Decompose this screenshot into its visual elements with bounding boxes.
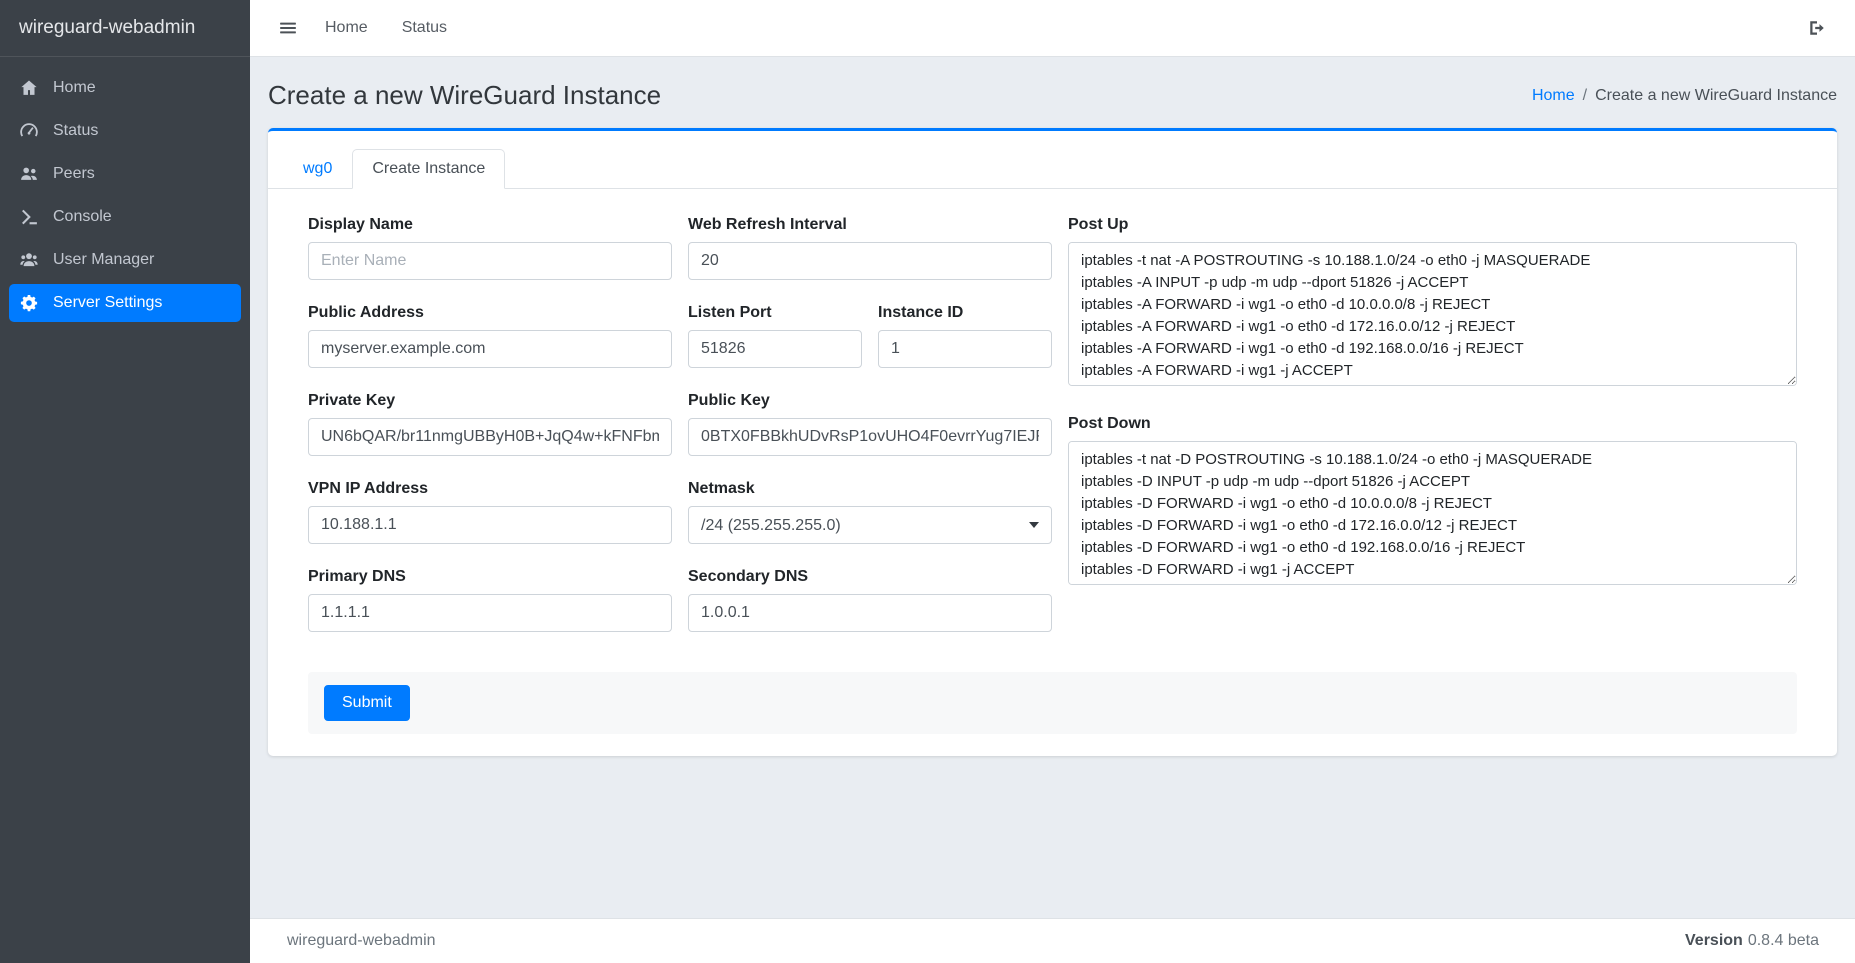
instance-card: wg0 Create Instance Display Name Public …: [268, 128, 1837, 756]
version-info: Version 0.8.4 beta: [1685, 932, 1819, 950]
topnav-link-status[interactable]: Status: [387, 12, 462, 44]
post-up-label: Post Up: [1068, 216, 1797, 234]
breadcrumb-current: Create a new WireGuard Instance: [1595, 87, 1837, 105]
submit-button[interactable]: Submit: [324, 685, 410, 721]
version-label: Version: [1685, 932, 1743, 949]
sidebar: wireguard-webadmin Home Status Peers Con…: [0, 0, 250, 963]
top-navbar: Home Status: [250, 0, 1855, 57]
private-key-field[interactable]: [308, 418, 672, 456]
sidebar-item-label: Console: [53, 208, 112, 226]
sidebar-toggle-button[interactable]: [270, 12, 306, 44]
public-address-label: Public Address: [308, 304, 672, 322]
sidebar-item-label: Server Settings: [53, 294, 162, 312]
private-key-label: Private Key: [308, 392, 672, 410]
gear-icon: [18, 294, 40, 312]
breadcrumb-separator: /: [1583, 87, 1587, 105]
port-instance-group: Listen Port Instance ID: [688, 304, 1052, 368]
netmask-group: Netmask /24 (255.255.255.0): [688, 480, 1052, 544]
post-down-textarea[interactable]: iptables -t nat -D POSTROUTING -s 10.188…: [1068, 441, 1797, 585]
footer-brand: wireguard-webadmin: [287, 932, 436, 950]
public-key-group: Public Key: [688, 392, 1052, 456]
post-up-group: Post Up iptables -t nat -A POSTROUTING -…: [1068, 216, 1797, 391]
listen-port-group: Listen Port: [688, 304, 862, 368]
breadcrumb-home-link[interactable]: Home: [1532, 87, 1575, 105]
public-key-label: Public Key: [688, 392, 1052, 410]
form-column-middle: Web Refresh Interval Listen Port Instanc…: [688, 216, 1052, 656]
submit-bar: Submit: [308, 672, 1797, 734]
public-address-group: Public Address: [308, 304, 672, 368]
primary-dns-label: Primary DNS: [308, 568, 672, 586]
page-footer: wireguard-webadmin Version 0.8.4 beta: [250, 918, 1855, 963]
display-name-label: Display Name: [308, 216, 672, 234]
sidebar-item-server-settings[interactable]: Server Settings: [9, 284, 241, 322]
content-header: Create a new WireGuard Instance Home / C…: [250, 57, 1855, 128]
sidebar-item-status[interactable]: Status: [9, 112, 241, 150]
user-group-icon: [18, 251, 40, 269]
terminal-icon: [18, 208, 40, 226]
home-icon: [18, 79, 40, 97]
post-down-label: Post Down: [1068, 415, 1797, 433]
gauge-icon: [18, 122, 40, 140]
form-column-left: Display Name Public Address Private Key: [308, 216, 672, 656]
content: wg0 Create Instance Display Name Public …: [250, 128, 1855, 918]
display-name-group: Display Name: [308, 216, 672, 280]
web-refresh-group: Web Refresh Interval: [688, 216, 1052, 280]
secondary-dns-field[interactable]: [688, 594, 1052, 632]
vpn-ip-label: VPN IP Address: [308, 480, 672, 498]
sidebar-item-console[interactable]: Console: [9, 198, 241, 236]
secondary-dns-group: Secondary DNS: [688, 568, 1052, 632]
menu-icon: [279, 19, 297, 37]
primary-dns-field[interactable]: [308, 594, 672, 632]
page-title: Create a new WireGuard Instance: [268, 80, 661, 111]
tab-wg0[interactable]: wg0: [283, 149, 352, 189]
public-address-field[interactable]: [308, 330, 672, 368]
vpn-ip-group: VPN IP Address: [308, 480, 672, 544]
sidebar-item-label: Status: [53, 122, 98, 140]
breadcrumb: Home / Create a new WireGuard Instance: [1532, 87, 1837, 105]
brand: wireguard-webadmin: [0, 0, 250, 57]
users-icon: [18, 165, 40, 183]
instance-id-field[interactable]: [878, 330, 1052, 368]
public-key-field[interactable]: [688, 418, 1052, 456]
web-refresh-field[interactable]: [688, 242, 1052, 280]
sidebar-item-peers[interactable]: Peers: [9, 155, 241, 193]
logout-icon: [1808, 19, 1826, 37]
sidebar-item-user-manager[interactable]: User Manager: [9, 241, 241, 279]
listen-port-label: Listen Port: [688, 304, 862, 322]
sidebar-nav: Home Status Peers Console User Manager: [0, 57, 250, 334]
topnav-link-home[interactable]: Home: [310, 12, 383, 44]
instance-tabs: wg0 Create Instance: [268, 149, 1837, 189]
secondary-dns-label: Secondary DNS: [688, 568, 1052, 586]
version-value: 0.8.4 beta: [1748, 932, 1819, 949]
sidebar-item-label: Home: [53, 79, 96, 97]
instance-id-label: Instance ID: [878, 304, 1052, 322]
instance-id-group: Instance ID: [878, 304, 1052, 368]
tab-create-instance[interactable]: Create Instance: [352, 149, 505, 189]
private-key-group: Private Key: [308, 392, 672, 456]
sidebar-item-home[interactable]: Home: [9, 69, 241, 107]
listen-port-field[interactable]: [688, 330, 862, 368]
post-up-textarea[interactable]: iptables -t nat -A POSTROUTING -s 10.188…: [1068, 242, 1797, 386]
web-refresh-label: Web Refresh Interval: [688, 216, 1052, 234]
main-area: Home Status Create a new WireGuard Insta…: [250, 0, 1855, 963]
sidebar-item-label: Peers: [53, 165, 95, 183]
vpn-ip-field[interactable]: [308, 506, 672, 544]
netmask-label: Netmask: [688, 480, 1052, 498]
post-down-group: Post Down iptables -t nat -D POSTROUTING…: [1068, 415, 1797, 590]
netmask-select[interactable]: /24 (255.255.255.0): [688, 506, 1052, 544]
logout-button[interactable]: [1799, 12, 1835, 44]
instance-form: Display Name Public Address Private Key: [268, 189, 1837, 756]
sidebar-item-label: User Manager: [53, 251, 154, 269]
form-column-right: Post Up iptables -t nat -A POSTROUTING -…: [1068, 216, 1797, 656]
display-name-field[interactable]: [308, 242, 672, 280]
primary-dns-group: Primary DNS: [308, 568, 672, 632]
